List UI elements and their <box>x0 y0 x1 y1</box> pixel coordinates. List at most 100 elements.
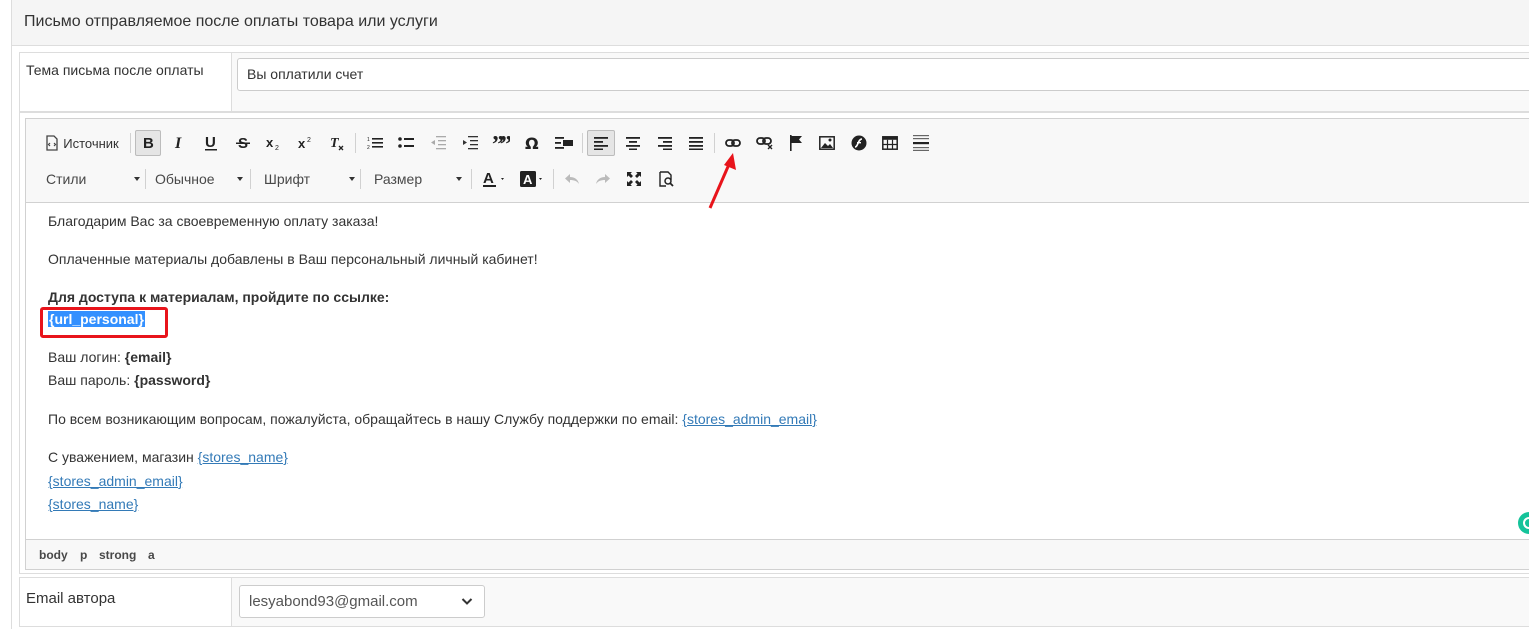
bold-icon: B <box>143 136 154 150</box>
styles-combo-label: Стили <box>46 171 87 187</box>
indent-button[interactable] <box>457 130 483 156</box>
justify-icon <box>689 137 703 150</box>
special-char-icon: Ω <box>525 135 539 151</box>
unlink-icon <box>756 137 773 150</box>
align-left-button[interactable] <box>587 130 615 156</box>
path-item-body[interactable]: body <box>39 548 68 562</box>
format-combo-label: Обычное <box>155 171 215 187</box>
subject-label: Тема письма после оплаты <box>26 62 204 78</box>
numbered-list-button[interactable]: 12 <box>362 130 388 156</box>
author-email-value: lesyabond93@gmail.com <box>249 593 418 610</box>
svg-text:A: A <box>483 170 494 187</box>
remove-format-button[interactable]: T <box>324 130 350 156</box>
preview-button[interactable] <box>653 166 679 192</box>
flash-button[interactable] <box>846 130 872 156</box>
underline-icon: U <box>205 135 217 151</box>
styles-combo[interactable]: Стили <box>38 167 144 191</box>
footer-email-link[interactable]: {stores_admin_email} <box>48 473 183 489</box>
editor-toolbar: Источник B I U S x2 x2 T 1 2 ” Ω Стили О… <box>26 119 1529 203</box>
size-combo-label: Размер <box>374 171 423 187</box>
table-button[interactable] <box>877 130 903 156</box>
svg-text:x: x <box>298 136 306 151</box>
author-row: Email автора lesyabond93@gmail.com <box>19 577 1529 627</box>
align-right-icon <box>658 137 672 150</box>
source-button[interactable]: Источник <box>38 130 126 156</box>
toolbar-separator <box>582 133 583 153</box>
author-email-select[interactable]: lesyabond93@gmail.com <box>239 585 485 618</box>
outdent-button[interactable] <box>425 130 451 156</box>
bulleted-list-button[interactable] <box>393 130 419 156</box>
horizontal-line-button[interactable] <box>908 130 934 156</box>
bg-color-icon: A <box>520 171 542 187</box>
content-line-password: Ваш пароль: {password} <box>48 370 210 390</box>
redo-button[interactable] <box>590 166 616 192</box>
create-div-button[interactable] <box>551 130 577 156</box>
content-line-login: Ваш логин: {email} <box>48 347 172 367</box>
support-text: По всем возникающим вопросам, пожалуйста… <box>48 411 683 427</box>
svg-text:1: 1 <box>367 137 370 143</box>
italic-button[interactable]: I <box>166 130 192 156</box>
maximize-button[interactable] <box>621 166 647 192</box>
footer-store-link[interactable]: {stores_name} <box>48 496 138 512</box>
support-email-link[interactable]: {stores_admin_email} <box>682 411 817 427</box>
subject-value-cell: Вы оплатили счет <box>232 53 1529 111</box>
toolbar-separator <box>355 133 356 153</box>
underline-button[interactable]: U <box>198 130 224 156</box>
path-item-strong[interactable]: strong <box>99 548 136 562</box>
svg-text:2: 2 <box>307 137 311 144</box>
bulleted-list-icon <box>398 137 414 148</box>
path-item-p[interactable]: p <box>80 548 87 562</box>
strike-button[interactable]: S <box>230 130 256 156</box>
size-combo[interactable]: Размер <box>366 167 466 191</box>
align-center-button[interactable] <box>620 130 646 156</box>
indent-icon <box>463 136 478 150</box>
content-line-support: По всем возникающим вопросам, пожалуйста… <box>48 409 817 429</box>
align-right-button[interactable] <box>652 130 678 156</box>
toolbar-separator <box>360 169 361 189</box>
format-combo[interactable]: Обычное <box>147 167 247 191</box>
remove-format-icon: T <box>330 136 344 151</box>
svg-text:”: ” <box>500 136 510 150</box>
store-name-link[interactable]: {stores_name} <box>198 449 288 465</box>
image-button[interactable] <box>814 130 840 156</box>
maximize-icon <box>627 172 641 186</box>
svg-text:U: U <box>205 135 216 151</box>
font-combo-label: Шрифт <box>264 171 311 187</box>
font-combo[interactable]: Шрифт <box>256 167 359 191</box>
undo-button[interactable] <box>559 166 585 192</box>
author-label-cell: Email автора <box>20 578 232 626</box>
content-line-footer-store: {stores_name} <box>48 494 138 514</box>
superscript-icon: x2 <box>298 136 311 151</box>
path-item-a[interactable]: a <box>148 548 155 562</box>
svg-text:2: 2 <box>275 145 279 151</box>
editor-content[interactable]: Благодарим Вас за своевременную оплату з… <box>26 204 1529 542</box>
content-line-footer-email: {stores_admin_email} <box>48 471 183 491</box>
elements-path-bar: body p strong a <box>26 539 1529 569</box>
text-color-button[interactable]: A <box>478 166 512 192</box>
link-icon <box>725 139 741 147</box>
superscript-button[interactable]: x2 <box>293 130 319 156</box>
password-value: {password} <box>134 372 211 388</box>
blockquote-button[interactable]: ”” <box>488 130 514 156</box>
anchor-button[interactable] <box>783 130 809 156</box>
subscript-button[interactable]: x2 <box>261 130 287 156</box>
strike-icon: S <box>236 135 250 151</box>
toolbar-separator <box>553 169 554 189</box>
svg-text:x: x <box>266 135 274 150</box>
panel-heading: Письмо отправляемое после оплаты товара … <box>12 0 1529 46</box>
special-char-button[interactable]: Ω <box>520 130 546 156</box>
annotation-arrow-icon <box>708 153 736 209</box>
login-value: {email} <box>124 349 172 365</box>
editor-row: Источник B I U S x2 x2 T 1 2 ” Ω Стили О… <box>19 112 1529 574</box>
bold-button[interactable]: B <box>135 130 161 156</box>
create-div-icon <box>555 137 573 149</box>
bg-color-button[interactable]: A <box>516 166 550 192</box>
annotation-highlight-box <box>40 307 168 338</box>
flash-icon <box>851 135 867 151</box>
unlink-button[interactable] <box>752 130 778 156</box>
subject-input[interactable]: Вы оплатили счет <box>237 58 1529 91</box>
chevron-down-icon <box>349 177 355 181</box>
toolbar-separator <box>130 133 131 153</box>
content-line-access: Для доступа к материалам, пройдите по сс… <box>48 287 389 307</box>
content-line-thanks: Благодарим Вас за своевременную оплату з… <box>48 213 379 229</box>
